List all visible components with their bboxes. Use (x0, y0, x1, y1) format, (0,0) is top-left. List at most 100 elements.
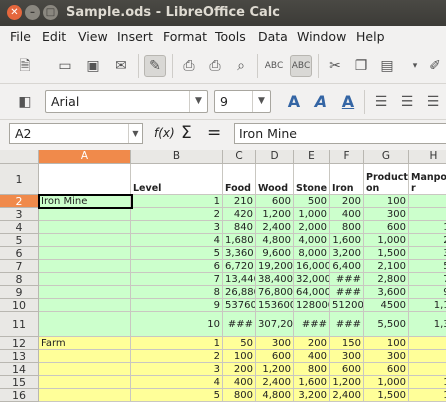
table-cell[interactable] (39, 221, 131, 234)
table-cell[interactable]: 15 (409, 389, 446, 402)
table-cell[interactable]: 1,000 (364, 234, 409, 247)
table-cell[interactable]: 6,720 (223, 260, 256, 273)
table-cell[interactable]: 153600 (256, 299, 294, 312)
cut-icon[interactable]: ✂ (324, 55, 346, 77)
table-cell[interactable]: 51200 (330, 299, 364, 312)
table-cell[interactable]: 4,000 (294, 234, 330, 247)
column-header-f[interactable]: F (330, 150, 364, 164)
table-cell[interactable]: 16,000 (294, 260, 330, 273)
table-cell[interactable] (39, 389, 131, 402)
table-cell[interactable]: Iron Mine (39, 195, 131, 208)
table-cell[interactable]: ### (223, 312, 256, 337)
table-cell[interactable]: 1,600 (330, 234, 364, 247)
table-cell[interactable]: 1,500 (364, 389, 409, 402)
table-cell[interactable]: Level (131, 164, 223, 195)
menu-tools[interactable]: Tools (215, 29, 246, 44)
table-cell[interactable]: 53760 (223, 299, 256, 312)
table-cell[interactable]: 1,200 (330, 376, 364, 389)
paste-icon[interactable]: ▤ (376, 55, 398, 77)
spellcheck-icon[interactable]: ABC (263, 55, 285, 77)
table-cell[interactable]: 400 (330, 208, 364, 221)
minimize-icon[interactable]: – (25, 5, 40, 20)
table-cell[interactable]: 1,000 (364, 376, 409, 389)
menu-help[interactable]: Help (356, 29, 385, 44)
table-cell[interactable] (39, 312, 131, 337)
row-header[interactable]: 16 (0, 389, 39, 402)
table-cell[interactable]: 600 (364, 363, 409, 376)
table-cell[interactable]: 64,000 (294, 286, 330, 299)
table-cell[interactable]: 600 (364, 221, 409, 234)
table-cell[interactable]: 8,000 (294, 247, 330, 260)
table-cell[interactable]: 100 (364, 195, 409, 208)
italic-icon[interactable]: A (310, 91, 332, 113)
menu-data[interactable]: Data (258, 29, 288, 44)
font-size-box[interactable]: 9 ▼ (214, 90, 271, 113)
table-cell[interactable]: 3 (409, 208, 446, 221)
paste-dropdown-icon[interactable]: ▾ (404, 55, 426, 77)
table-cell[interactable]: 10 (131, 312, 223, 337)
function-wizard-icon[interactable]: f(x) (154, 123, 175, 143)
table-cell[interactable]: 5,500 (364, 312, 409, 337)
table-cell[interactable]: 500 (294, 195, 330, 208)
table-cell[interactable]: 4500 (364, 299, 409, 312)
table-cell[interactable]: 6 (409, 363, 446, 376)
table-cell[interactable]: 1,12 (409, 299, 446, 312)
table-cell[interactable]: 1 (131, 195, 223, 208)
align-right-icon[interactable]: ☰ (422, 91, 444, 113)
table-cell[interactable]: 600 (256, 195, 294, 208)
font-name-box[interactable]: Arial ▼ (45, 90, 208, 113)
column-header-c[interactable]: C (223, 150, 256, 164)
table-cell[interactable]: 2,400 (256, 376, 294, 389)
table-cell[interactable]: 26,880 (223, 286, 256, 299)
menu-window[interactable]: Window (297, 29, 346, 44)
table-cell[interactable]: 1,680 (223, 234, 256, 247)
table-cell[interactable]: 4 (131, 376, 223, 389)
align-center-icon[interactable]: ☰ (396, 91, 418, 113)
row-header[interactable]: 7 (0, 260, 39, 273)
table-cell[interactable]: 800 (294, 363, 330, 376)
bold-icon[interactable]: A (283, 91, 305, 113)
table-cell[interactable]: 3 (409, 350, 446, 363)
table-cell[interactable]: 76,800 (256, 286, 294, 299)
column-header-d[interactable]: D (256, 150, 294, 164)
row-header[interactable]: 2 (0, 195, 39, 208)
menu-format[interactable]: Format (163, 29, 207, 44)
table-cell[interactable] (39, 299, 131, 312)
menu-file[interactable]: File (10, 29, 31, 44)
table-cell[interactable]: 5 (131, 247, 223, 260)
styles-icon[interactable]: ◧ (14, 91, 36, 113)
column-header-b[interactable]: B (131, 150, 223, 164)
row-header[interactable]: 12 (0, 337, 39, 350)
table-cell[interactable] (39, 350, 131, 363)
table-cell[interactable]: ### (330, 286, 364, 299)
table-cell[interactable] (39, 363, 131, 376)
table-cell[interactable]: 128000 (294, 299, 330, 312)
table-cell[interactable]: 200 (294, 337, 330, 350)
column-header-h[interactable]: H (409, 150, 446, 164)
row-header[interactable]: 1 (0, 164, 39, 195)
table-cell[interactable]: 400 (294, 350, 330, 363)
table-cell[interactable]: 2,400 (330, 389, 364, 402)
sum-icon[interactable]: Σ (181, 123, 192, 143)
email-icon[interactable]: ✉ (110, 55, 132, 77)
table-cell[interactable]: Food (223, 164, 256, 195)
table-cell[interactable]: 3,360 (223, 247, 256, 260)
table-cell[interactable]: 6,400 (330, 260, 364, 273)
table-cell[interactable]: 38,400 (256, 273, 294, 286)
table-cell[interactable]: ### (294, 312, 330, 337)
table-cell[interactable]: 1,200 (256, 363, 294, 376)
table-cell[interactable]: 2,000 (294, 221, 330, 234)
table-cell[interactable]: 90 (409, 286, 446, 299)
table-cell[interactable]: Iron (330, 164, 364, 195)
table-cell[interactable]: 8 (131, 286, 223, 299)
table-cell[interactable]: 52 (409, 260, 446, 273)
table-cell[interactable]: 300 (364, 350, 409, 363)
table-cell[interactable]: 200 (223, 363, 256, 376)
function-icon[interactable]: = (207, 123, 221, 143)
table-cell[interactable]: Farm (39, 337, 131, 350)
table-cell[interactable]: 50 (223, 337, 256, 350)
formula-input[interactable]: Iron Mine (234, 123, 446, 144)
close-icon[interactable]: ✕ (7, 5, 22, 20)
table-cell[interactable]: 1 (131, 337, 223, 350)
spreadsheet-grid[interactable]: A B C D E F G H 1 Level Food Wood Stone Iron Producti … (0, 150, 446, 405)
